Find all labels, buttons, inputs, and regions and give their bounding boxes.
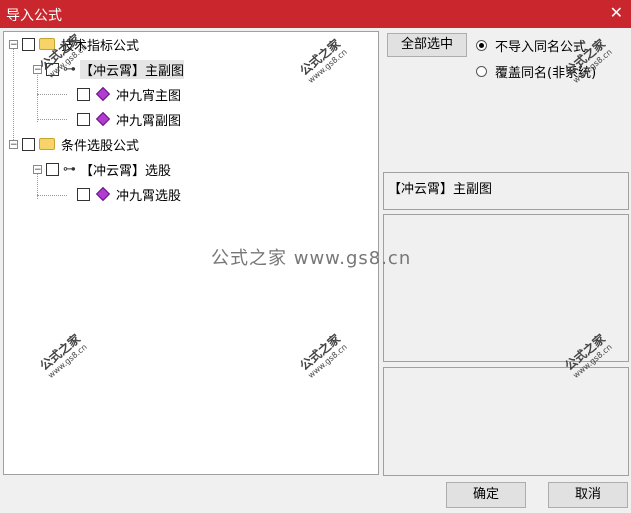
tree-label: 【冲云霄】选股 [80, 163, 172, 179]
tree-node-leaf-sub[interactable]: 冲九霄副图 [77, 109, 181, 129]
checkbox[interactable] [77, 112, 90, 126]
tree-node-formula-select[interactable]: − ⊶ 【冲云霄】选股 [33, 159, 171, 179]
tree-line [37, 94, 67, 95]
tree-node-leaf-select[interactable]: 冲九霄选股 [77, 184, 181, 204]
close-icon[interactable]: ✕ [610, 3, 623, 22]
collapse-icon[interactable]: − [33, 164, 42, 174]
collapse-icon[interactable]: − [9, 39, 18, 49]
checkbox[interactable] [77, 187, 90, 201]
tree-label: 【冲云霄】主副图 [80, 59, 185, 79]
tree-line [13, 45, 14, 144]
indicator-icon [95, 186, 111, 202]
tree-node-leaf-main[interactable]: 冲九宵主图 [77, 84, 181, 104]
ok-button[interactable]: 确定 [446, 482, 526, 508]
radio-unselected-icon[interactable] [476, 66, 487, 77]
radio-skip-duplicates[interactable]: 不导入同名公式 [476, 36, 586, 55]
tree-label: 冲九霄选股 [116, 188, 182, 204]
radio-label: 不导入同名公式 [495, 40, 587, 55]
checkbox[interactable] [46, 162, 59, 176]
collapse-icon[interactable]: − [9, 139, 18, 149]
tree-label: 冲九宵主图 [116, 88, 182, 104]
checkbox[interactable] [22, 37, 35, 51]
tree-line [37, 195, 67, 196]
radio-selected-icon[interactable] [476, 40, 487, 51]
tree-node-root-select[interactable]: − 条件选股公式 [9, 134, 139, 154]
key-icon: ⊶ [63, 161, 76, 177]
watermark-center: 公式之家 www.gs8.cn [211, 248, 412, 269]
checkbox[interactable] [77, 87, 90, 101]
cancel-button[interactable]: 取消 [548, 482, 628, 508]
folder-icon [39, 138, 55, 150]
selected-formula-name: 【冲云霄】主副图 [388, 182, 493, 197]
tree-label: 条件选股公式 [61, 138, 140, 154]
checkbox[interactable] [22, 137, 35, 151]
tree-label: 冲九霄副图 [116, 113, 182, 129]
formula-detail-panel [383, 367, 629, 476]
selected-formula-panel: 【冲云霄】主副图 [383, 172, 629, 210]
indicator-icon [95, 111, 111, 127]
title-bar: 导入公式 ✕ [0, 0, 631, 28]
select-all-button[interactable]: 全部选中 [387, 33, 467, 57]
tree-line [37, 119, 67, 120]
indicator-icon [95, 86, 111, 102]
window-title: 导入公式 [6, 8, 62, 24]
